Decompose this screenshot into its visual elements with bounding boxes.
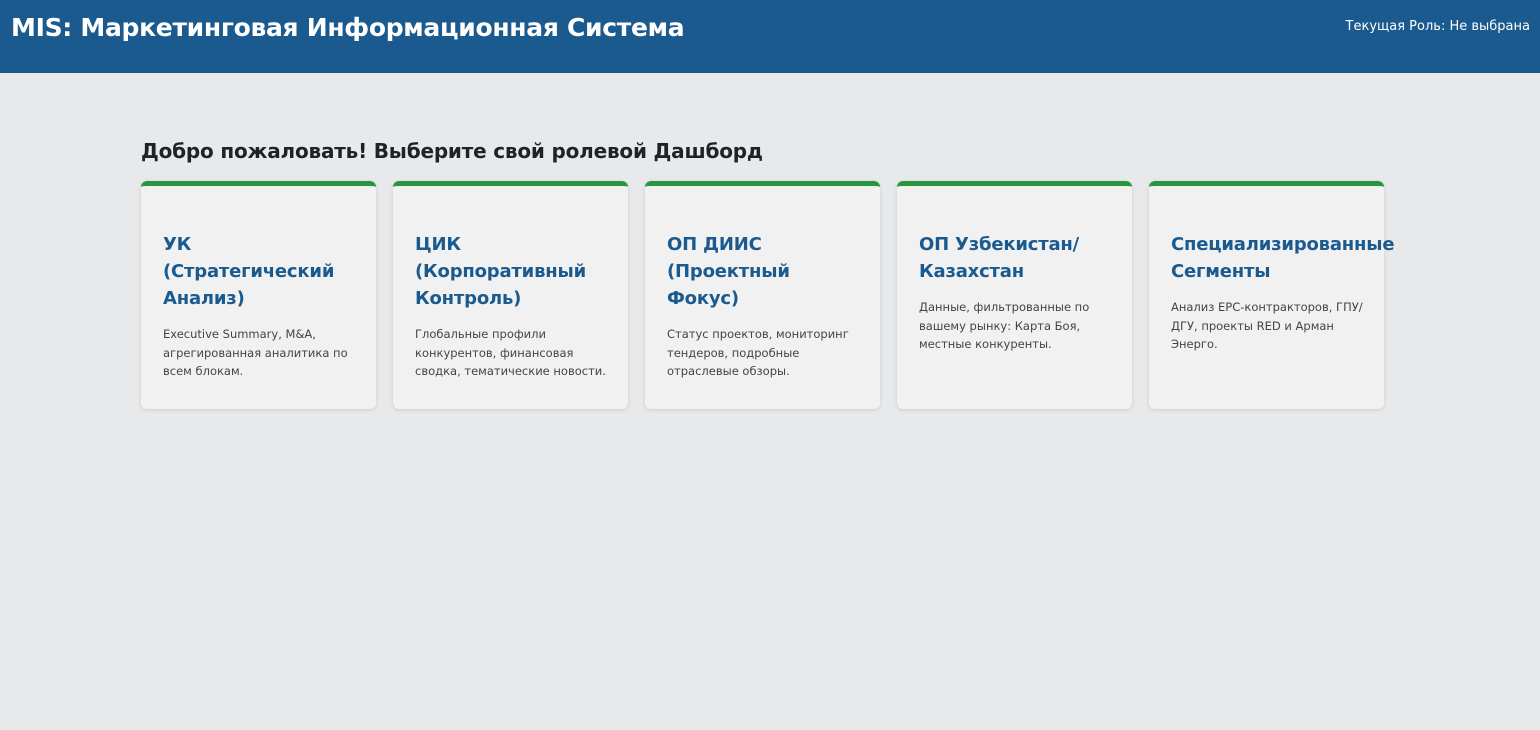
role-card-title: ОП ДИИС (Проектный Фокус) (667, 234, 790, 309)
role-card-title: Специализированные Сегменты (1171, 234, 1395, 282)
welcome-heading: Добро пожаловать! Выберите свой ролевой … (141, 139, 763, 163)
role-card-description: Executive Summary, M&A, агрегированная а… (163, 327, 348, 378)
role-card-title: ОП Узбекистан/ Казахстан (919, 234, 1080, 282)
role-card-op-diis[interactable]: ОП ДИИС (Проектный Фокус) Статус проекто… (645, 181, 880, 409)
role-card-description: Анализ EPC-контракторов, ГПУ/ДГУ, проект… (1171, 300, 1363, 351)
role-card-specialized-segments[interactable]: Специализированные Сегменты Анализ EPC-к… (1149, 181, 1395, 409)
current-role-indicator: Текущая Роль: Не выбрана (1345, 19, 1530, 34)
role-card-op-uzbekistan-kazakhstan[interactable]: ОП Узбекистан/ Казахстан Данные, фильтро… (897, 181, 1132, 409)
role-card-uk[interactable]: УК (Стратегический Анализ) Executive Sum… (141, 181, 376, 409)
app-title: MIS: Маркетинговая Информационная Систем… (11, 13, 685, 42)
role-card-description: Данные, фильтрованные по вашему рынку: К… (919, 300, 1090, 351)
app-header: MIS: Маркетинговая Информационная Систем… (0, 0, 1540, 73)
role-card-cik[interactable]: ЦИК (Корпоративный Контроль) Глобальные … (393, 181, 628, 409)
role-card-title: УК (Стратегический Анализ) (163, 234, 335, 309)
role-card-description: Глобальные профили конкурентов, финансов… (415, 327, 606, 378)
role-card-description: Статус проектов, мониторинг тендеров, по… (667, 327, 849, 378)
role-dashboard-cards: УК (Стратегический Анализ) Executive Sum… (141, 181, 1395, 409)
role-card-title: ЦИК (Корпоративный Контроль) (415, 234, 586, 309)
